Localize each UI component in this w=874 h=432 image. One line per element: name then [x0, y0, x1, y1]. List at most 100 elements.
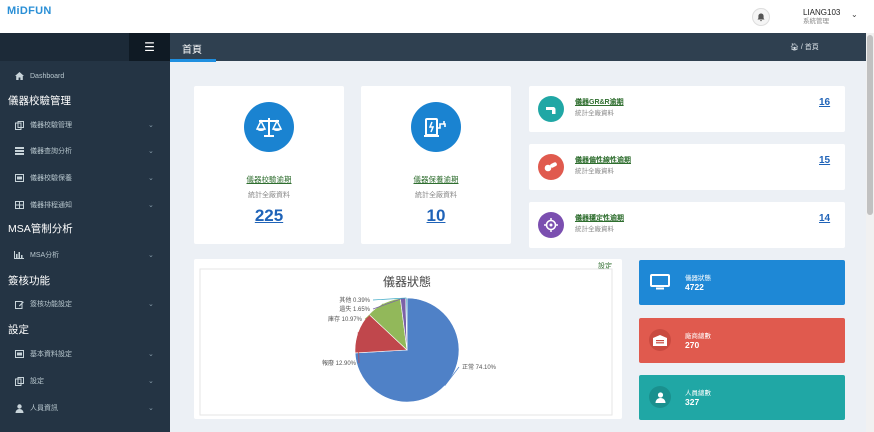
- chevron-down-icon: ⌄: [148, 351, 154, 358]
- tile-label: 人員總數: [685, 390, 711, 397]
- sidebar-item-dashboard[interactable]: Dashboard: [0, 70, 170, 82]
- card-subtitle: 統計全廠資料: [575, 110, 614, 117]
- sidebar-item-settings[interactable]: 設定 ⌄: [0, 375, 170, 387]
- card-subtitle: 統計全廠資料: [575, 168, 614, 175]
- chevron-down-icon: ⌄: [148, 175, 154, 182]
- vendor-count-tile[interactable]: 廠商總數 270: [639, 318, 845, 363]
- grr-overdue-card: 儀器GR&R逾期 統計全廠資料 16: [529, 86, 845, 132]
- sidebar-item-label: MSA分析: [30, 252, 60, 259]
- instrument-status-tile[interactable]: 儀器狀態 4722: [639, 260, 845, 305]
- card-title[interactable]: 儀器保養逾期: [361, 174, 511, 185]
- tile-value: 327: [685, 397, 700, 407]
- chevron-down-icon: ⌄: [148, 122, 154, 129]
- breadcrumb: 🏠︎ / 首頁: [790, 44, 819, 51]
- chevron-down-icon[interactable]: ⌄: [851, 10, 858, 19]
- sidebar: ☰ Dashboard 儀器校驗管理 儀器校驗管理 ⌄ 儀器查詢分析 ⌄ 儀器校…: [0, 33, 170, 432]
- server-icon: [14, 147, 24, 155]
- home-icon: [14, 72, 24, 80]
- sidebar-item-basic-data[interactable]: 基本資料設定 ⌄: [0, 348, 170, 360]
- sidebar-item-label: 儀器查詢分析: [30, 148, 72, 155]
- breadcrumb-current: 首頁: [804, 44, 819, 51]
- chevron-down-icon: ⌄: [148, 148, 154, 155]
- personnel-count-tile[interactable]: 人員總數 327: [639, 375, 845, 420]
- sidebar-item-msa[interactable]: MSA分析 ⌄: [0, 249, 170, 261]
- pie-slice-label: 報廢 12.90%: [322, 359, 357, 367]
- sidebar-item-label: 人員資訊: [30, 405, 58, 412]
- sidebar-item-label: 基本資料設定: [30, 351, 72, 358]
- user-icon: [14, 403, 24, 413]
- chart-title: 儀器狀態: [383, 274, 431, 289]
- sidebar-item-query-analysis[interactable]: 儀器查詢分析 ⌄: [0, 145, 170, 157]
- card-icon: [14, 174, 24, 182]
- stability-overdue-card: 儀器穩定性逾期 統計全廠資料 14: [529, 202, 845, 248]
- warehouse-icon: [649, 329, 671, 351]
- pie-slice-label: 其他 0.39%: [339, 296, 370, 304]
- table-icon: [14, 201, 24, 209]
- sidebar-item-signoff-settings[interactable]: 簽核功能設定 ⌄: [0, 298, 170, 310]
- sidebar-item-label: 儀器校驗保養: [30, 175, 72, 182]
- card-value[interactable]: 15: [819, 155, 830, 166]
- card-value[interactable]: 225: [194, 206, 344, 226]
- notification-bell-icon[interactable]: [752, 8, 770, 26]
- sidebar-item-label: 儀器排程通知: [30, 202, 72, 209]
- chevron-down-icon: ⌄: [148, 301, 154, 308]
- plug-icon: [411, 102, 461, 152]
- card-subtitle: 統計全廠資料: [575, 226, 614, 233]
- scrollbar-thumb[interactable]: [867, 35, 873, 215]
- status-chart-card: 設定 儀器狀態 正常 74.10% 報廢 12.90% 庫存 10.97% 遺失 1.…: [194, 259, 622, 419]
- tile-value: 270: [685, 340, 700, 350]
- card-subtitle: 統計全廠資料: [415, 192, 457, 199]
- sidebar-item-schedule[interactable]: 儀器排程通知 ⌄: [0, 199, 170, 211]
- home-icon[interactable]: 🏠︎: [790, 44, 799, 51]
- card-subtitle: 統計全廠資料: [248, 192, 290, 199]
- maintenance-overdue-card: 儀器保養逾期 統計全廠資料 10: [361, 86, 511, 244]
- pills-icon: [538, 154, 564, 180]
- sidebar-item-label: 簽核功能設定: [30, 301, 72, 308]
- sidebar-item-label: Dashboard: [30, 72, 65, 80]
- crosshair-icon: [538, 212, 564, 238]
- chevron-down-icon: ⌄: [148, 252, 154, 259]
- title-underline: [170, 59, 216, 62]
- sidebar-item-personnel[interactable]: 人員資訊 ⌄: [0, 402, 170, 414]
- edit-icon: [14, 300, 24, 309]
- card-value[interactable]: 14: [819, 213, 830, 224]
- user-icon: [649, 386, 671, 408]
- pie-slice-label: 正常 74.10%: [462, 363, 497, 371]
- tile-label: 廠商總數: [685, 333, 711, 340]
- pie-chart: 儀器狀態 正常 74.10% 報廢 12.90% 庫存 10.97% 遺失 1.65%…: [199, 268, 613, 416]
- monitor-icon: [649, 271, 671, 293]
- sidebar-section-title: 設定: [8, 324, 29, 336]
- menu-toggle-icon[interactable]: ☰: [129, 33, 170, 61]
- sidebar-item-label: 儀器校驗管理: [30, 122, 72, 129]
- copy-icon: [14, 120, 24, 130]
- top-navbar: MiDFUN LIANG103 系統管理 ⌄: [0, 0, 874, 33]
- page-scrollbar[interactable]: [866, 33, 874, 432]
- hand-icon: [538, 96, 564, 122]
- user-role: 系統管理: [803, 18, 829, 25]
- card-title[interactable]: 儀器校驗逾期: [194, 174, 344, 185]
- card-title[interactable]: 儀器GR&R逾期: [575, 97, 624, 107]
- copy-icon: [14, 376, 24, 386]
- bar-chart-icon: [14, 251, 24, 259]
- sidebar-item-label: 設定: [30, 378, 44, 385]
- card-icon: [14, 350, 24, 358]
- page-title: 首頁: [182, 45, 202, 56]
- brand-logo[interactable]: MiDFUN: [7, 5, 52, 17]
- pie-slice-label: 庫存 10.97%: [328, 315, 363, 323]
- pie-slice-label: 遺失 1.65%: [339, 305, 370, 313]
- chevron-down-icon: ⌄: [148, 202, 154, 209]
- sidebar-section-title: MSA管制分析: [8, 223, 73, 235]
- scale-icon: [244, 102, 294, 152]
- sidebar-section-title: 儀器校驗管理: [8, 95, 71, 107]
- sidebar-item-calibration-mgmt[interactable]: 儀器校驗管理 ⌄: [0, 119, 170, 131]
- tile-label: 儀器狀態: [685, 275, 711, 282]
- tile-value: 4722: [685, 282, 704, 292]
- card-title[interactable]: 儀器穩定性逾期: [575, 213, 624, 223]
- content-header: 首頁 🏠︎ / 首頁: [170, 33, 874, 62]
- sidebar-item-maintenance[interactable]: 儀器校驗保養 ⌄: [0, 172, 170, 184]
- card-title[interactable]: 儀器偏性線性逾期: [575, 155, 631, 165]
- sidebar-section-title: 簽核功能: [8, 275, 50, 287]
- card-value[interactable]: 10: [361, 206, 511, 226]
- user-menu[interactable]: LIANG103 系統管理: [803, 8, 840, 26]
- card-value[interactable]: 16: [819, 97, 830, 108]
